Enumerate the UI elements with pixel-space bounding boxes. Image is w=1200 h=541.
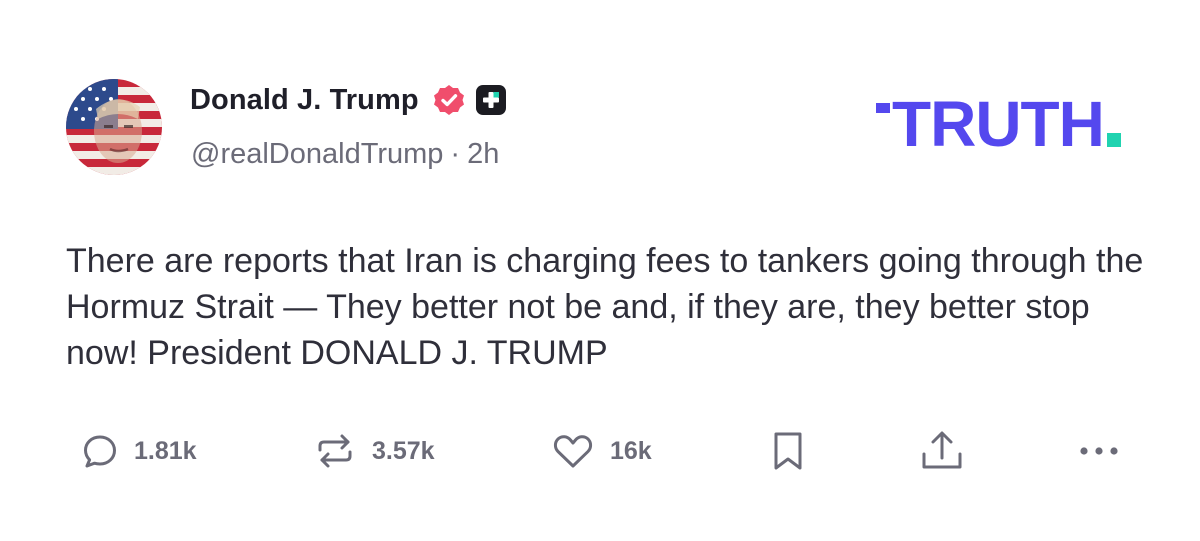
action-bar: 1.81k 3.57k 16k [0, 423, 1200, 479]
truth-logo: TRUTH [876, 92, 1121, 162]
logo-mark [876, 103, 890, 113]
avatar[interactable] [66, 79, 162, 175]
author-name-row: Donald J. Trump [190, 80, 506, 120]
bookmark-button[interactable] [770, 423, 806, 479]
share-button[interactable] [918, 423, 966, 479]
separator: · [450, 138, 461, 170]
handle-row: @realDonaldTrump · 2h [191, 138, 499, 171]
reply-button[interactable]: 1.81k [80, 423, 197, 479]
american-flag-portrait-avatar [66, 79, 162, 175]
timestamp[interactable]: 2h [467, 138, 499, 170]
retruth-count: 3.57k [372, 436, 435, 465]
more-icon [1080, 447, 1118, 455]
logo-wordmark: TRUTH [892, 88, 1105, 160]
verified-badge-icon [433, 85, 464, 115]
heart-icon [553, 435, 593, 468]
retruth-button[interactable]: 3.57k [312, 423, 435, 479]
retruth-icon [318, 434, 352, 468]
handle[interactable]: @realDonaldTrump [191, 138, 443, 170]
like-count: 16k [610, 436, 652, 465]
display-name[interactable]: Donald J. Trump [190, 84, 419, 117]
logo-dot [1106, 133, 1121, 147]
like-button[interactable]: 16k [550, 423, 652, 479]
post-text: There are reports that Iran is charging … [66, 242, 1144, 372]
plus-badge-icon [475, 85, 506, 115]
reply-icon [84, 435, 116, 468]
more-button[interactable] [1076, 423, 1122, 479]
bookmark-icon [774, 432, 802, 470]
reply-count: 1.81k [134, 436, 197, 465]
share-icon [922, 431, 962, 469]
